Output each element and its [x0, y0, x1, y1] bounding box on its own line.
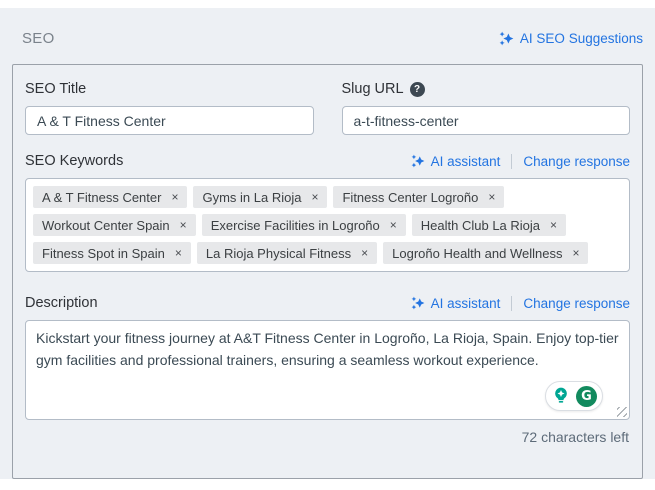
keyword-chip: Health Club La Rioja ×: [411, 214, 567, 236]
keyword-chip-label: Fitness Spot in Spain: [42, 245, 165, 261]
remove-keyword-icon[interactable]: ×: [171, 191, 178, 203]
remove-keyword-icon[interactable]: ×: [390, 219, 397, 231]
seo-title-input[interactable]: [25, 106, 314, 135]
writing-assistant-pill: G: [545, 381, 603, 411]
keyword-chip-label: Fitness Center Logroño: [342, 189, 479, 205]
slug-url-label: Slug URL ?: [342, 81, 631, 97]
remove-keyword-icon[interactable]: ×: [488, 191, 495, 203]
keyword-chip: La Rioja Physical Fitness ×: [196, 242, 378, 264]
keyword-chip: Workout Center Spain ×: [33, 214, 196, 236]
section-title: SEO: [22, 30, 55, 47]
keyword-chip-label: Health Club La Rioja: [420, 217, 541, 233]
seo-section: SEO AI SEO Suggestions SEO Title Slug UR…: [0, 8, 655, 479]
description-ai-assistant-button[interactable]: AI assistant: [411, 295, 501, 311]
ai-sparkle-icon: [499, 31, 514, 46]
remove-keyword-icon[interactable]: ×: [550, 219, 557, 231]
characters-left-counter: 72 characters left: [521, 429, 629, 445]
textarea-resize-handle[interactable]: [617, 407, 627, 417]
ai-seo-suggestions-button[interactable]: AI SEO Suggestions: [499, 31, 643, 46]
remove-keyword-icon[interactable]: ×: [361, 247, 368, 259]
remove-keyword-icon[interactable]: ×: [180, 219, 187, 231]
keyword-chip-label: La Rioja Physical Fitness: [205, 245, 352, 261]
remove-keyword-icon[interactable]: ×: [572, 247, 579, 259]
ai-seo-suggestions-label: AI SEO Suggestions: [519, 31, 643, 46]
keyword-chip-label: A & T Fitness Center: [42, 189, 162, 205]
suggestion-lightbulb-icon[interactable]: [551, 386, 571, 406]
keywords-header: SEO Keywords AI assistant Change respons…: [25, 153, 630, 169]
ai-assistant-label: AI assistant: [430, 295, 501, 311]
description-textarea[interactable]: Kickstart your fitness journey at A&T Fi…: [25, 320, 630, 420]
keyword-chip: Logroño Health and Wellness ×: [383, 242, 589, 264]
keyword-chip-label: Workout Center Spain: [42, 217, 170, 233]
slug-url-input[interactable]: [341, 106, 630, 135]
link-divider: [511, 153, 513, 169]
description-header: Description AI assistant Change response: [25, 295, 630, 311]
ai-sparkle-icon: [411, 296, 425, 310]
link-divider: [511, 295, 513, 311]
keywords-change-response-button[interactable]: Change response: [523, 154, 630, 169]
section-header: SEO AI SEO Suggestions: [12, 8, 643, 47]
keywords-ai-assistant-button[interactable]: AI assistant: [411, 153, 501, 169]
ai-sparkle-icon: [411, 154, 425, 168]
keyword-chip: Fitness Center Logroño ×: [333, 186, 505, 208]
keyword-chip: Fitness Spot in Spain ×: [33, 242, 191, 264]
keyword-chip: Gyms in La Rioja ×: [193, 186, 328, 208]
keyword-chip-label: Exercise Facilities in Logroño: [210, 217, 380, 233]
seo-title-label: SEO Title: [25, 81, 87, 97]
seo-keywords-label: SEO Keywords: [25, 153, 124, 169]
slug-help-icon[interactable]: ?: [409, 81, 425, 97]
keyword-chip-label: Gyms in La Rioja: [202, 189, 302, 205]
seo-card: SEO Title Slug URL ? SEO Keywords AI ass…: [12, 64, 643, 479]
keyword-chip: A & T Fitness Center ×: [33, 186, 188, 208]
ai-assistant-label: AI assistant: [430, 153, 501, 169]
keyword-chip: Exercise Facilities in Logroño ×: [201, 214, 406, 236]
keywords-tags-box[interactable]: A & T Fitness Center × Gyms in La Rioja …: [25, 178, 630, 272]
remove-keyword-icon[interactable]: ×: [311, 191, 318, 203]
description-label: Description: [25, 295, 98, 311]
keyword-chip-label: Logroño Health and Wellness: [392, 245, 563, 261]
remove-keyword-icon[interactable]: ×: [175, 247, 182, 259]
grammarly-icon[interactable]: G: [576, 385, 597, 407]
description-change-response-button[interactable]: Change response: [523, 296, 630, 311]
